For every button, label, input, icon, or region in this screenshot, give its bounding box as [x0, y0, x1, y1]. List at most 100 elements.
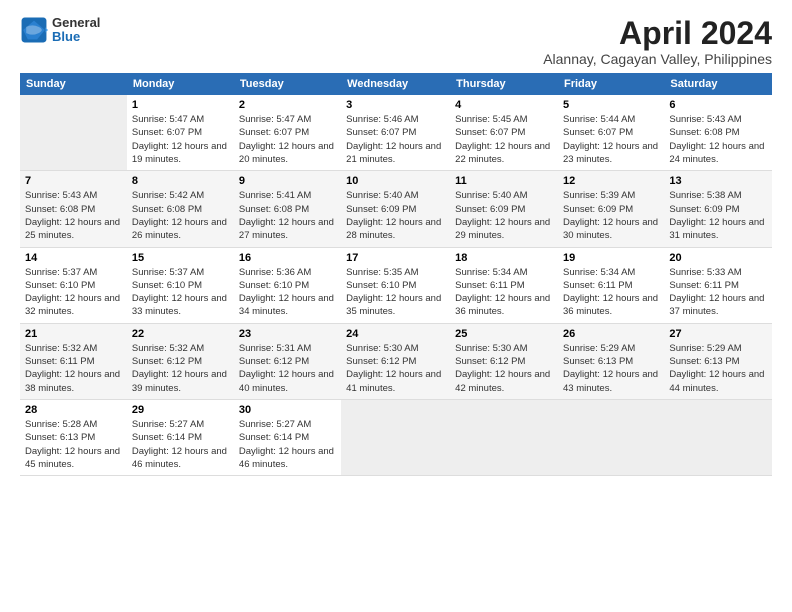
day-info: Sunrise: 5:38 AMSunset: 6:09 PMDaylight:…: [669, 190, 764, 241]
day-cell: 2Sunrise: 5:47 AMSunset: 6:07 PMDaylight…: [234, 95, 341, 171]
day-number: 14: [25, 252, 122, 264]
header-cell-friday: Friday: [558, 73, 664, 95]
day-cell: [341, 399, 450, 475]
week-row-5: 28Sunrise: 5:28 AMSunset: 6:13 PMDayligh…: [20, 399, 772, 475]
day-cell: 29 Sunrise: 5:27 AMSunset: 6:14 PMDayligh…: [127, 399, 234, 475]
day-number: 24: [346, 328, 445, 340]
day-cell: 14 Sunrise: 5:37 AMSunset: 6:10 PMDayligh…: [20, 247, 127, 323]
day-cell: 17 Sunrise: 5:35 AMSunset: 6:10 PMDayligh…: [341, 247, 450, 323]
day-cell: 9 Sunrise: 5:41 AMSunset: 6:08 PMDaylight…: [234, 171, 341, 247]
day-info: Sunrise: 5:44 AMSunset: 6:07 PMDaylight:…: [563, 114, 658, 165]
day-number: 19: [563, 252, 659, 264]
day-number: 18: [455, 252, 553, 264]
day-info: Sunrise: 5:40 AMSunset: 6:09 PMDaylight:…: [346, 190, 441, 241]
day-info: Sunrise: 5:28 AMSunset: 6:13 PMDaylight:…: [25, 419, 120, 470]
day-number: 7: [25, 175, 122, 187]
day-number: 30: [239, 404, 336, 416]
day-cell: [450, 399, 558, 475]
day-cell: [20, 95, 127, 171]
day-number: 27: [669, 328, 767, 340]
day-number: 17: [346, 252, 445, 264]
day-number: 4: [455, 99, 553, 111]
day-cell: 23Sunrise: 5:31 AMSunset: 6:12 PMDayligh…: [234, 323, 341, 399]
day-number: 12: [563, 175, 659, 187]
logo-blue-text: Blue: [52, 30, 100, 44]
day-info: Sunrise: 5:34 AMSunset: 6:11 PMDaylight:…: [563, 267, 658, 318]
day-info: Sunrise: 5:39 AMSunset: 6:09 PMDaylight:…: [563, 190, 658, 241]
day-cell: 13Sunrise: 5:38 AMSunset: 6:09 PMDayligh…: [664, 171, 772, 247]
week-row-3: 14 Sunrise: 5:37 AMSunset: 6:10 PMDayligh…: [20, 247, 772, 323]
day-info: Sunrise: 5:29 AMSunset: 6:13 PMDaylight:…: [563, 343, 658, 394]
day-number: 5: [563, 99, 659, 111]
title-block: April 2024 Alannay, Cagayan Valley, Phil…: [543, 16, 772, 67]
day-cell: 16Sunrise: 5:36 AMSunset: 6:10 PMDayligh…: [234, 247, 341, 323]
day-number: 11: [455, 175, 553, 187]
logo-icon: [20, 16, 48, 44]
day-number: 6: [669, 99, 767, 111]
day-info: Sunrise: 5:37 AMSunset: 6:10 PMDaylight:…: [25, 267, 120, 318]
day-number: 10: [346, 175, 445, 187]
day-cell: 10 Sunrise: 5:40 AMSunset: 6:09 PMDayligh…: [341, 171, 450, 247]
day-info: Sunrise: 5:30 AMSunset: 6:12 PMDaylight:…: [455, 343, 550, 394]
day-info: Sunrise: 5:47 AMSunset: 6:07 PMDaylight:…: [239, 114, 334, 165]
day-info: Sunrise: 5:30 AMSunset: 6:12 PMDaylight:…: [346, 343, 441, 394]
header: General Blue April 2024 Alannay, Cagayan…: [20, 16, 772, 67]
day-cell: 25Sunrise: 5:30 AMSunset: 6:12 PMDayligh…: [450, 323, 558, 399]
day-number: 15: [132, 252, 229, 264]
day-info: Sunrise: 5:45 AMSunset: 6:07 PMDaylight:…: [455, 114, 550, 165]
page: General Blue April 2024 Alannay, Cagayan…: [0, 0, 792, 612]
day-cell: 5 Sunrise: 5:44 AMSunset: 6:07 PMDaylight…: [558, 95, 664, 171]
day-info: Sunrise: 5:32 AMSunset: 6:12 PMDaylight:…: [132, 343, 227, 394]
day-cell: 4 Sunrise: 5:45 AMSunset: 6:07 PMDaylight…: [450, 95, 558, 171]
day-cell: 24 Sunrise: 5:30 AMSunset: 6:12 PMDayligh…: [341, 323, 450, 399]
logo: General Blue: [20, 16, 100, 45]
day-info: Sunrise: 5:32 AMSunset: 6:11 PMDaylight:…: [25, 343, 120, 394]
day-info: Sunrise: 5:47 AMSunset: 6:07 PMDaylight:…: [132, 114, 227, 165]
day-number: 9: [239, 175, 336, 187]
week-row-1: 1Sunrise: 5:47 AMSunset: 6:07 PMDaylight…: [20, 95, 772, 171]
logo-general-text: General: [52, 16, 100, 30]
title-month: April 2024: [543, 16, 772, 51]
day-cell: 26 Sunrise: 5:29 AMSunset: 6:13 PMDayligh…: [558, 323, 664, 399]
header-cell-monday: Monday: [127, 73, 234, 95]
day-cell: 11 Sunrise: 5:40 AMSunset: 6:09 PMDayligh…: [450, 171, 558, 247]
day-number: 29: [132, 404, 229, 416]
day-info: Sunrise: 5:29 AMSunset: 6:13 PMDaylight:…: [669, 343, 764, 394]
day-cell: 27 Sunrise: 5:29 AMSunset: 6:13 PMDayligh…: [664, 323, 772, 399]
day-cell: 12 Sunrise: 5:39 AMSunset: 6:09 PMDayligh…: [558, 171, 664, 247]
day-info: Sunrise: 5:27 AMSunset: 6:14 PMDaylight:…: [239, 419, 334, 470]
week-row-2: 7 Sunrise: 5:43 AMSunset: 6:08 PMDaylight…: [20, 171, 772, 247]
day-cell: 7 Sunrise: 5:43 AMSunset: 6:08 PMDaylight…: [20, 171, 127, 247]
day-info: Sunrise: 5:40 AMSunset: 6:09 PMDaylight:…: [455, 190, 550, 241]
day-info: Sunrise: 5:41 AMSunset: 6:08 PMDaylight:…: [239, 190, 334, 241]
day-info: Sunrise: 5:33 AMSunset: 6:11 PMDaylight:…: [669, 267, 764, 318]
header-cell-sunday: Sunday: [20, 73, 127, 95]
day-number: 21: [25, 328, 122, 340]
day-info: Sunrise: 5:35 AMSunset: 6:10 PMDaylight:…: [346, 267, 441, 318]
day-cell: 28Sunrise: 5:28 AMSunset: 6:13 PMDayligh…: [20, 399, 127, 475]
header-cell-tuesday: Tuesday: [234, 73, 341, 95]
header-cell-wednesday: Wednesday: [341, 73, 450, 95]
day-cell: 8Sunrise: 5:42 AMSunset: 6:08 PMDaylight…: [127, 171, 234, 247]
day-cell: 6 Sunrise: 5:43 AMSunset: 6:08 PMDaylight…: [664, 95, 772, 171]
logo-text: General Blue: [52, 16, 100, 45]
day-info: Sunrise: 5:46 AMSunset: 6:07 PMDaylight:…: [346, 114, 441, 165]
day-cell: 21 Sunrise: 5:32 AMSunset: 6:11 PMDayligh…: [20, 323, 127, 399]
day-info: Sunrise: 5:43 AMSunset: 6:08 PMDaylight:…: [25, 190, 120, 241]
day-cell: 22Sunrise: 5:32 AMSunset: 6:12 PMDayligh…: [127, 323, 234, 399]
week-row-4: 21 Sunrise: 5:32 AMSunset: 6:11 PMDayligh…: [20, 323, 772, 399]
day-number: 20: [669, 252, 767, 264]
day-number: 8: [132, 175, 229, 187]
day-cell: 3Sunrise: 5:46 AMSunset: 6:07 PMDaylight…: [341, 95, 450, 171]
calendar-table: SundayMondayTuesdayWednesdayThursdayFrid…: [20, 73, 772, 476]
day-cell: 18Sunrise: 5:34 AMSunset: 6:11 PMDayligh…: [450, 247, 558, 323]
day-info: Sunrise: 5:27 AMSunset: 6:14 PMDaylight:…: [132, 419, 227, 470]
day-cell: [558, 399, 664, 475]
day-info: Sunrise: 5:43 AMSunset: 6:08 PMDaylight:…: [669, 114, 764, 165]
day-cell: 15 Sunrise: 5:37 AMSunset: 6:10 PMDayligh…: [127, 247, 234, 323]
day-cell: 30 Sunrise: 5:27 AMSunset: 6:14 PMDayligh…: [234, 399, 341, 475]
day-cell: 20 Sunrise: 5:33 AMSunset: 6:11 PMDayligh…: [664, 247, 772, 323]
day-info: Sunrise: 5:37 AMSunset: 6:10 PMDaylight:…: [132, 267, 227, 318]
day-number: 26: [563, 328, 659, 340]
day-cell: [664, 399, 772, 475]
